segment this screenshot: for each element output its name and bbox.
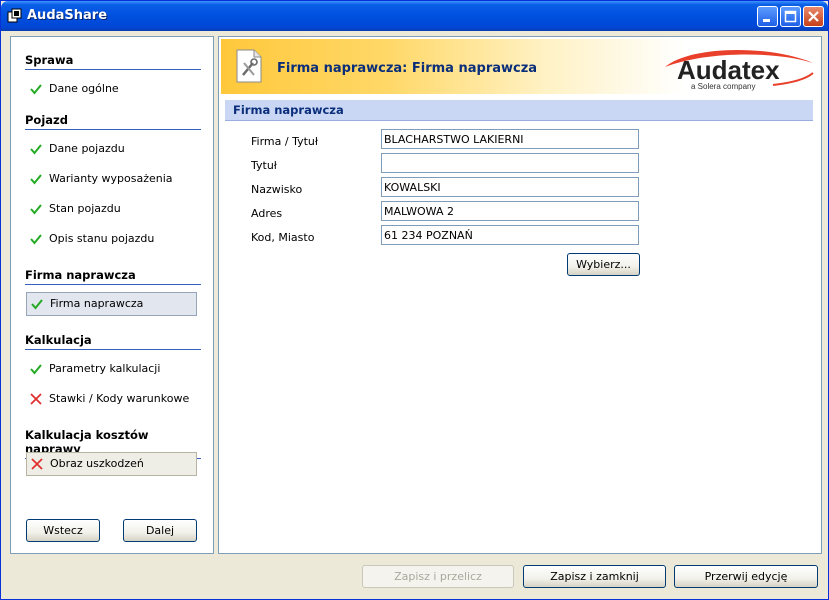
- checkmark-icon: [30, 204, 42, 215]
- section-title: Firma naprawcza: [233, 103, 344, 117]
- save-and-recalculate-button[interactable]: Zapisz i przelicz: [362, 565, 514, 588]
- cross-icon: [30, 393, 42, 405]
- nav-item-warianty-wyposazenia[interactable]: Warianty wyposażenia: [26, 168, 196, 190]
- page-title: Firma naprawcza: Firma naprawcza: [277, 61, 538, 76]
- nav-item-label: Stan pojazdu: [49, 202, 121, 215]
- nav-item-parametry-kalkulacji[interactable]: Parametry kalkulacji: [26, 358, 196, 380]
- document-tools-icon: [236, 49, 262, 83]
- choose-button[interactable]: Wybierz...: [567, 253, 640, 276]
- content-frame: Sprawa Dane ogólne Pojazd Dane pojazdu W…: [5, 32, 824, 597]
- nav-item-dane-pojazdu[interactable]: Dane pojazdu: [26, 138, 196, 160]
- adres-input[interactable]: [381, 201, 639, 221]
- content-panel: Firma naprawcza: Firma naprawcza Audatex…: [218, 36, 822, 554]
- field-label-firma-tytul: Firma / Tytuł: [251, 135, 318, 148]
- navigation-panel: Sprawa Dane ogólne Pojazd Dane pojazdu W…: [10, 36, 214, 554]
- checkmark-icon: [30, 364, 42, 375]
- nav-section-firma-naprawcza: Firma naprawcza: [25, 268, 201, 285]
- checkmark-icon: [31, 299, 43, 310]
- nav-item-firma-naprawcza[interactable]: Firma naprawcza: [26, 292, 197, 316]
- nav-section-kalkulacja: Kalkulacja: [25, 333, 201, 350]
- window-title: AudaShare: [27, 8, 108, 23]
- nav-item-obraz-uszkodzen[interactable]: Obraz uszkodzeń: [26, 452, 197, 476]
- nav-item-dane-ogolne[interactable]: Dane ogólne: [26, 78, 196, 100]
- save-and-close-button[interactable]: Zapisz i zamknij: [523, 565, 666, 588]
- checkmark-icon: [30, 234, 42, 245]
- nav-item-label: Firma naprawcza: [50, 297, 144, 310]
- nav-section-sprawa: Sprawa: [25, 53, 201, 70]
- nav-item-label: Warianty wyposażenia: [49, 172, 173, 185]
- audatex-logo: Audatex a Solera company: [665, 49, 814, 91]
- title-bar[interactable]: AudaShare: [1, 1, 828, 31]
- tytul-input[interactable]: [381, 153, 639, 173]
- back-button[interactable]: Wstecz: [26, 519, 100, 542]
- maximize-icon: [784, 10, 797, 23]
- checkmark-icon: [30, 174, 42, 185]
- logo-brand: Audatex: [677, 55, 780, 85]
- firma-tytul-input[interactable]: [381, 129, 639, 149]
- nav-item-label: Parametry kalkulacji: [49, 362, 161, 375]
- nav-item-stawki-kody-warunkowe[interactable]: Stawki / Kody warunkowe: [26, 388, 196, 410]
- page-header-banner: Firma naprawcza: Firma naprawcza Audatex…: [221, 39, 817, 94]
- minimize-icon: [763, 19, 770, 22]
- field-label-kod-miasto: Kod, Miasto: [251, 231, 315, 244]
- maximize-button[interactable]: [780, 6, 801, 27]
- nav-item-label: Opis stanu pojazdu: [49, 232, 155, 245]
- cancel-edit-button[interactable]: Przerwij edycję: [674, 565, 818, 588]
- minimize-button[interactable]: [757, 6, 778, 27]
- nav-section-pojazd: Pojazd: [25, 113, 201, 130]
- app-window: AudaShare Sprawa Dane ogólne Pojazd Dane…: [0, 0, 829, 600]
- kod-miasto-input[interactable]: [381, 225, 639, 245]
- nav-item-opis-stanu-pojazdu[interactable]: Opis stanu pojazdu: [26, 228, 196, 250]
- nav-item-label: Dane pojazdu: [49, 142, 125, 155]
- field-label-tytul: Tytuł: [251, 159, 277, 172]
- app-icon: [7, 8, 22, 23]
- field-label-adres: Adres: [251, 207, 283, 220]
- nav-item-stan-pojazdu[interactable]: Stan pojazdu: [26, 198, 196, 220]
- checkmark-icon: [30, 144, 42, 155]
- close-icon: [808, 11, 819, 22]
- section-header: Firma naprawcza: [225, 100, 813, 121]
- nav-item-label: Obraz uszkodzeń: [50, 457, 144, 470]
- field-label-nazwisko: Nazwisko: [251, 183, 303, 196]
- checkmark-icon: [30, 84, 42, 95]
- cross-icon: [31, 458, 43, 470]
- close-button[interactable]: [803, 6, 824, 27]
- next-button[interactable]: Dalej: [123, 519, 197, 542]
- nav-item-label: Dane ogólne: [49, 82, 119, 95]
- logo-tagline: a Solera company: [691, 82, 755, 91]
- nazwisko-input[interactable]: [381, 177, 639, 197]
- nav-item-label: Stawki / Kody warunkowe: [49, 392, 190, 405]
